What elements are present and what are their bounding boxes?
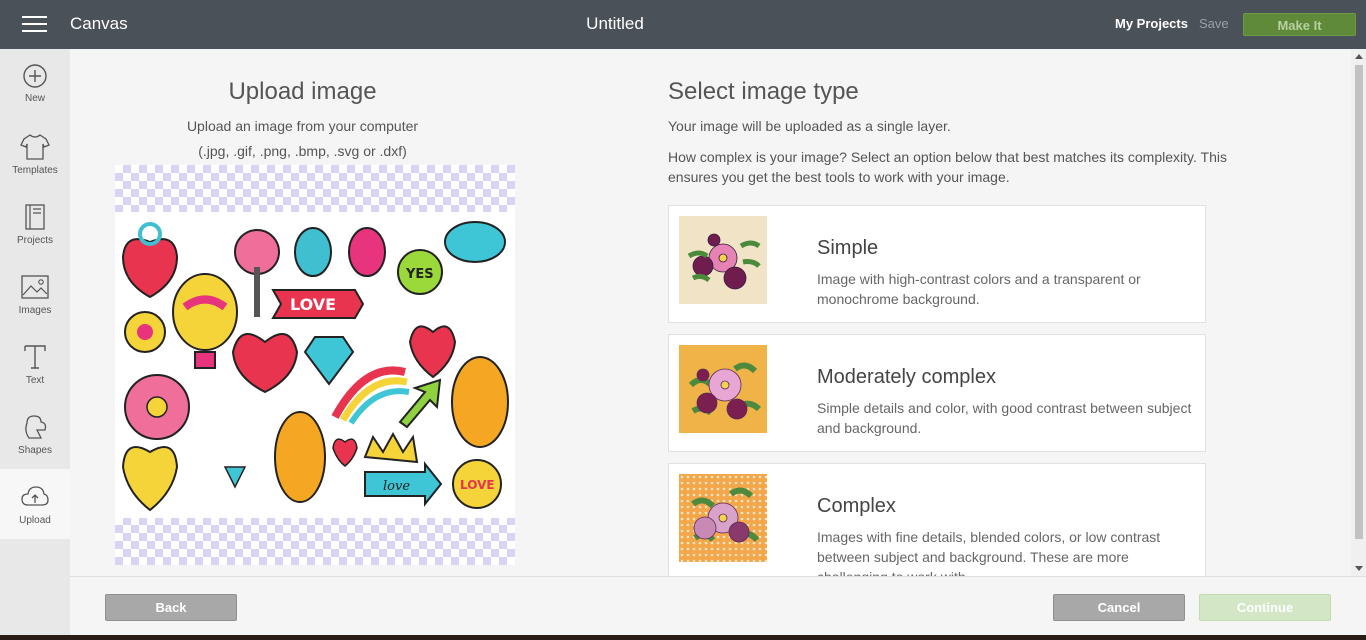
sidebar-item-upload[interactable]: Upload — [0, 469, 70, 539]
image-preview: LOVE YES love LOVE — [115, 165, 515, 565]
main-content: Upload image Upload an image from your c… — [70, 49, 1351, 576]
sidebar-item-label: Templates — [12, 165, 58, 176]
plus-circle-icon — [23, 64, 47, 88]
scroll-down-arrow-icon[interactable] — [1355, 566, 1363, 571]
complexity-instructions: How complex is your image? Select an opt… — [668, 149, 1227, 185]
save-button[interactable]: Save — [1199, 16, 1229, 31]
make-it-button[interactable]: Make It — [1243, 13, 1356, 36]
sidebar-item-templates[interactable]: Templates — [0, 119, 70, 189]
sidebar: New Templates Projects Images Text Shape… — [0, 49, 70, 640]
image-icon — [21, 275, 49, 299]
bottom-strip — [0, 635, 1366, 640]
uploaded-doodle-image: LOVE YES love LOVE — [115, 212, 515, 518]
sidebar-item-new[interactable]: New — [0, 49, 70, 119]
my-projects-link[interactable]: My Projects — [1115, 16, 1188, 31]
svg-text:YES: YES — [405, 267, 434, 282]
select-image-type-title: Select image type — [668, 78, 859, 105]
simple-flowers-thumbnail — [679, 216, 767, 304]
back-button[interactable]: Back — [105, 594, 237, 621]
single-layer-note: Your image will be uploaded as a single … — [668, 118, 951, 134]
svg-text:LOVE: LOVE — [460, 478, 495, 492]
upload-subtitle: Upload an image from your computer — [186, 118, 419, 134]
continue-button[interactable]: Continue — [1199, 594, 1331, 621]
sidebar-item-projects[interactable]: Projects — [0, 189, 70, 259]
sidebar-item-label: Projects — [16, 235, 54, 246]
complex-flowers-thumbnail — [679, 474, 767, 562]
upload-cloud-icon — [21, 486, 49, 506]
svg-text:LOVE: LOVE — [290, 295, 336, 314]
option-card-complex[interactable]: Complex Images with fine details, blende… — [668, 463, 1206, 576]
sidebar-item-label: Images — [18, 305, 52, 316]
document-title: Untitled — [586, 14, 644, 33]
upload-file-types: (.jpg, .gif, .png, .bmp, .svg or .dxf) — [198, 143, 407, 159]
doodle-illustration: LOVE YES love LOVE — [121, 221, 509, 512]
cancel-button[interactable]: Cancel — [1053, 594, 1185, 621]
option-description: Image with high-contrast colors and a tr… — [817, 271, 1141, 307]
shirt-icon — [20, 134, 50, 160]
sidebar-item-label: Upload — [19, 515, 51, 526]
scroll-thumb[interactable] — [1355, 65, 1363, 539]
sidebar-item-label: Text — [25, 375, 45, 386]
main-scrollbar[interactable] — [1351, 49, 1366, 576]
shapes-icon — [25, 415, 47, 439]
option-description: Images with fine details, blended colors… — [817, 529, 1161, 576]
option-title: Complex — [817, 495, 896, 517]
footer-bar: Back Cancel Continue — [70, 576, 1366, 635]
sidebar-item-shapes[interactable]: Shapes — [0, 399, 70, 469]
upload-title: Upload image — [228, 78, 377, 105]
svg-text:love: love — [383, 479, 410, 494]
sidebar-item-images[interactable]: Images — [0, 259, 70, 329]
text-icon — [24, 345, 46, 369]
scroll-up-arrow-icon[interactable] — [1355, 54, 1363, 59]
option-card-moderately-complex[interactable]: Moderately complex Simple details and co… — [668, 334, 1206, 452]
moderate-flowers-thumbnail — [679, 345, 767, 433]
option-card-simple[interactable]: Simple Image with high-contrast colors a… — [668, 205, 1206, 323]
sidebar-item-label: Shapes — [18, 445, 52, 456]
option-title: Simple — [817, 237, 879, 259]
sidebar-item-label: New — [24, 93, 45, 104]
option-description: Simple details and color, with good cont… — [817, 400, 1192, 436]
option-title: Moderately complex — [817, 366, 996, 388]
book-icon — [25, 204, 45, 230]
sidebar-item-text[interactable]: Text — [0, 329, 70, 399]
top-bar: Canvas Untitled My Projects Save Make It — [0, 0, 1366, 49]
